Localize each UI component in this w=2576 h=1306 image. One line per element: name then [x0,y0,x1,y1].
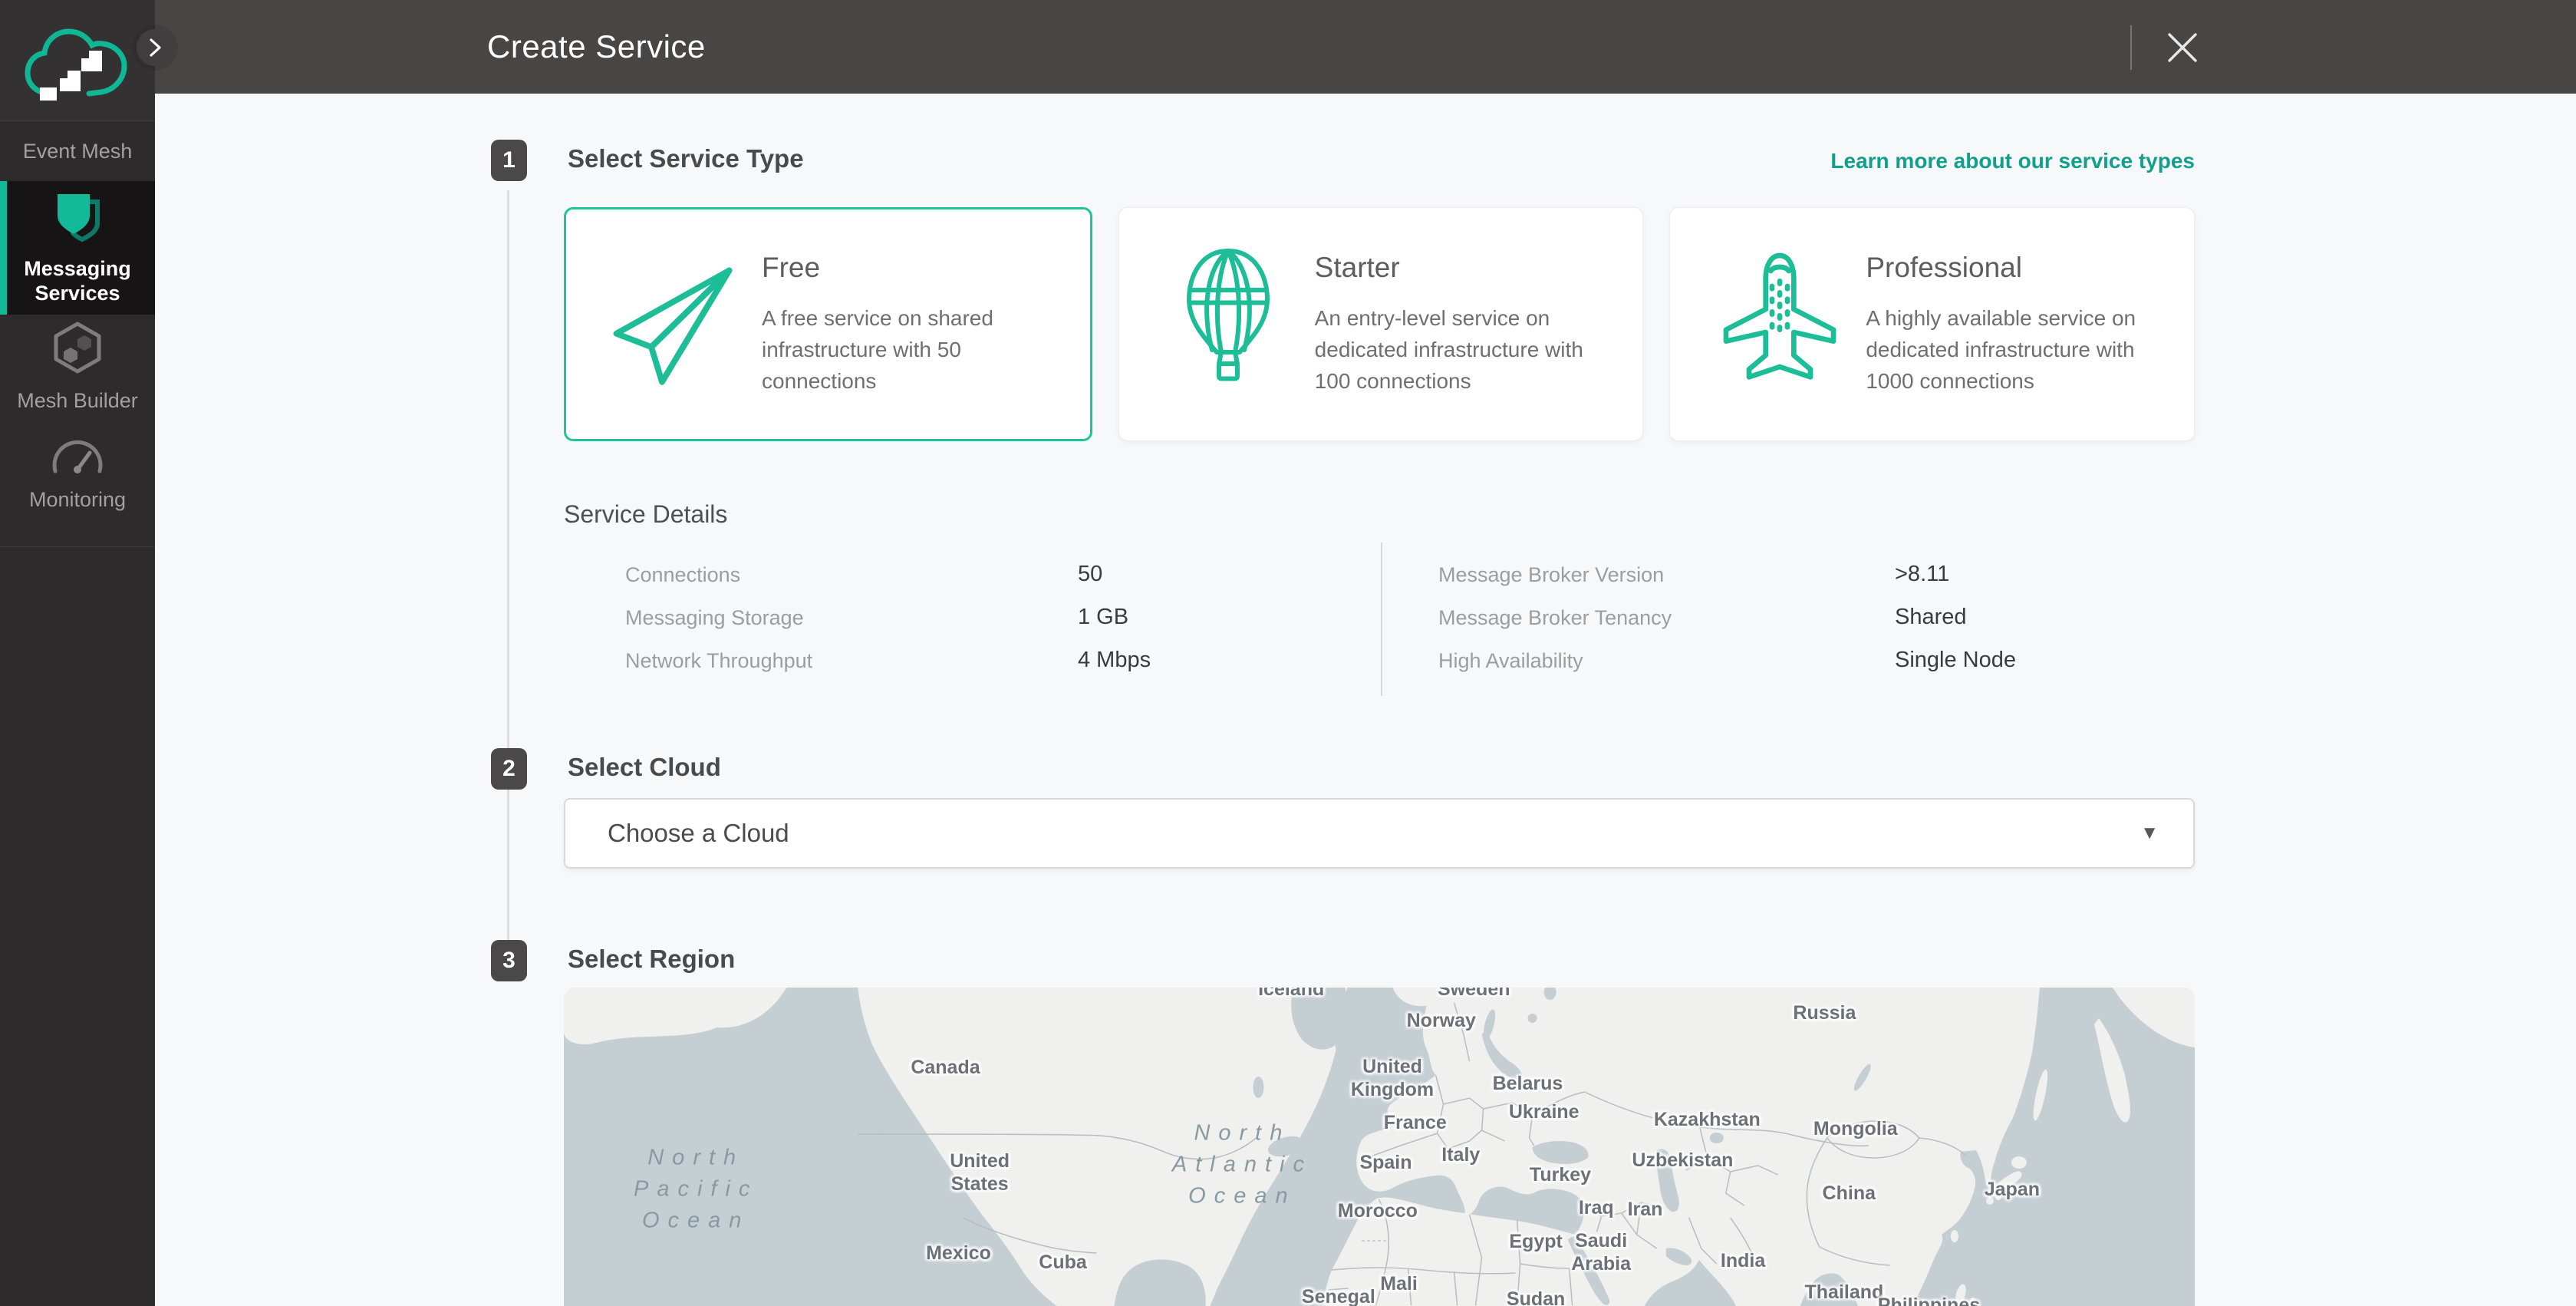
map-country-label: Turkey [1530,1163,1591,1186]
hot-air-balloon-icon [1142,244,1315,405]
detail-value: >8.11 [1895,562,1949,587]
paper-plane-icon [589,257,762,391]
sidebar-item-mesh-builder[interactable]: Mesh Builder [0,315,155,418]
map-country-label: India [1721,1249,1765,1272]
sidebar-expand-button[interactable] [137,29,173,66]
header-divider [2130,25,2132,70]
sidebar: Event Mesh Messaging Services [0,0,155,1306]
map-country-label: Iran [1628,1198,1663,1221]
map-country-label: Italy [1441,1143,1480,1166]
service-type-card-professional[interactable]: Professional A highly available service … [1669,207,2195,441]
map-country-label: Mexico [926,1242,991,1265]
step-1-badge: 1 [491,140,527,181]
map-country-label: Iceland [1258,988,1324,1001]
step-2-title: Select Cloud [568,753,721,782]
detail-value: Shared [1895,605,1967,630]
map-country-label: Norway [1407,1009,1476,1032]
step-2-badge: 2 [491,748,527,790]
map-country-label: Mali [1380,1272,1418,1295]
map-country-label: Kazakhstan [1654,1108,1761,1131]
card-title: Free [762,252,1067,284]
map-country-label: Thailand [1805,1281,1884,1304]
step-3-badge: 3 [491,940,527,981]
map-country-label: Egypt [1509,1230,1562,1253]
step-1-title: Select Service Type [568,144,804,173]
detail-label: Messaging Storage [625,606,804,630]
map-country-label: Philippines [1878,1294,1980,1306]
cloud-logo-icon [21,20,133,101]
map-country-label: France [1384,1111,1447,1134]
sidebar-item-label: Event Mesh [23,139,133,163]
map-country-label: Russia [1793,1001,1856,1024]
modal-header: Create Service [155,0,2576,94]
service-type-cards: Free A free service on shared infrastruc… [564,207,2195,441]
gauge-icon [49,436,106,478]
service-type-card-starter[interactable]: Starter An entry-level service on dedica… [1118,207,1644,441]
cloud-select-value: Choose a Cloud [608,819,2140,848]
sidebar-item-label: Mesh Builder [17,388,138,413]
detail-value: Single Node [1895,648,2016,673]
map-ocean-label: North Pacific Ocean [634,1142,758,1236]
chevron-down-icon: ▼ [2140,823,2159,844]
detail-label: Message Broker Version [1438,563,1664,587]
detail-value: 1 GB [1078,605,1128,630]
step-connector-line [507,190,509,940]
sidebar-item-label: Messaging Services [12,256,143,305]
detail-label: Network Throughput [625,649,812,673]
step-3-title: Select Region [568,945,735,974]
sidebar-item-monitoring[interactable]: Monitoring [0,418,155,529]
cloud-select-dropdown[interactable]: Choose a Cloud ▼ [564,798,2195,869]
close-icon [2165,30,2200,65]
map-country-label: Sweden [1438,988,1510,1001]
map-country-label: Mongolia [1813,1117,1898,1140]
wizard-content: 1 Select Service Type Learn more about o… [155,94,2576,1306]
sidebar-divider [0,546,155,547]
map-country-label: Morocco [1338,1199,1418,1222]
map-labels: North Pacific Ocean North Atlantic Ocean C… [564,988,2195,1306]
active-indicator [0,181,7,315]
map-country-label: Canada [911,1056,980,1079]
sidebar-item-messaging-services[interactable]: Messaging Services [0,181,155,315]
create-service-page: Event Mesh Messaging Services [0,0,2576,1306]
map-country-label: Senegal [1302,1285,1375,1306]
map-country-label: Ukraine [1509,1100,1580,1123]
map-country-label: Belarus [1493,1072,1563,1095]
detail-label: High Availability [1438,649,1583,673]
map-country-label: China [1823,1182,1876,1205]
solace-cloud-logo[interactable] [0,0,155,121]
map-country-label: Cuba [1039,1251,1087,1274]
region-map[interactable]: North Pacific Ocean North Atlantic Ocean C… [564,988,2195,1306]
card-description: A free service on shared infrastructure … [762,302,1067,397]
map-country-label: Japan [1985,1178,2040,1201]
detail-value: 4 Mbps [1078,648,1151,673]
card-title: Professional [1866,252,2171,284]
detail-label: Message Broker Tenancy [1438,606,1672,630]
page-title: Create Service [487,28,706,65]
card-description: A highly available service on dedicated … [1866,302,2171,397]
shield-icon [53,191,102,247]
service-details-title: Service Details [564,500,727,529]
sidebar-nav: Event Mesh Messaging Services [0,120,155,529]
learn-more-link[interactable]: Learn more about our service types [1830,149,2195,173]
sidebar-item-label: Monitoring [29,487,126,512]
card-title: Starter [1315,252,1620,284]
airplane-icon [1693,248,1866,401]
map-country-label: Saudi Arabia [1571,1229,1631,1275]
map-country-label: Uzbekistan [1632,1149,1733,1172]
map-country-label: Spain [1359,1151,1412,1174]
map-country-label: United States [950,1149,1010,1196]
hexagon-icon [50,320,105,379]
chevron-right-icon [147,36,163,59]
sidebar-item-event-mesh[interactable]: Event Mesh [0,120,155,181]
service-type-card-free[interactable]: Free A free service on shared infrastruc… [564,207,1092,441]
map-country-label: Sudan [1507,1288,1565,1306]
detail-value: 50 [1078,562,1102,587]
map-ocean-label: North Atlantic Ocean [1172,1118,1313,1212]
details-column-divider [1381,543,1382,696]
card-description: An entry-level service on dedicated infr… [1315,302,1620,397]
map-country-label: Iraq [1579,1196,1614,1219]
map-country-label: United Kingdom [1351,1055,1434,1101]
detail-label: Connections [625,563,740,587]
close-button[interactable] [2163,28,2202,67]
